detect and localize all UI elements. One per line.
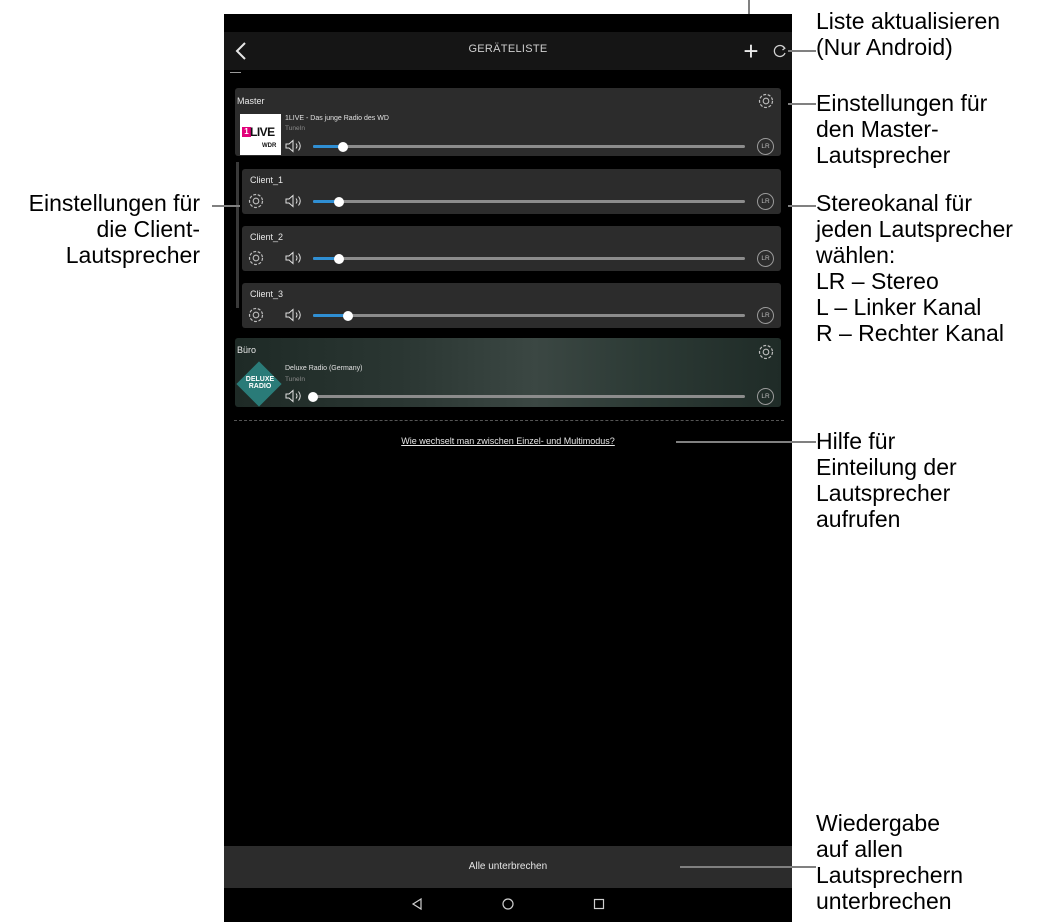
gear-icon[interactable]	[757, 92, 775, 110]
gear-icon[interactable]	[757, 343, 775, 361]
annotation-client-settings: Einstellungen für die Client- Lautsprech…	[28, 190, 200, 268]
divider	[230, 72, 241, 73]
volume-knob[interactable]	[333, 196, 344, 207]
page-title: GERÄTELISTE	[468, 43, 548, 55]
annotation-help: Hilfe für Einteilung der Lautsprecher au…	[816, 428, 957, 532]
annotation-stereo-channel: Stereokanal für jeden Lautsprecher wähle…	[816, 190, 1013, 346]
back-triangle-icon[interactable]	[410, 897, 424, 911]
home-circle-icon[interactable]	[501, 897, 515, 911]
device-name: Client_2	[250, 232, 284, 242]
volume-slider[interactable]	[313, 145, 745, 148]
annotation-line	[788, 50, 816, 52]
annotation-line	[748, 0, 750, 14]
annotation-line	[788, 205, 816, 207]
plus-icon[interactable]: +	[742, 38, 760, 64]
device-name: Client_3	[250, 289, 284, 299]
station-title: Deluxe Radio (Germany)	[285, 365, 363, 372]
volume-knob[interactable]	[338, 141, 349, 152]
recents-square-icon[interactable]	[592, 897, 606, 911]
speaker-icon[interactable]	[285, 139, 305, 153]
speaker-icon[interactable]	[285, 194, 305, 208]
volume-slider[interactable]	[313, 257, 745, 260]
channel-lr-button[interactable]: LR	[757, 388, 774, 405]
system-nav-bar	[224, 888, 792, 922]
client-card-1[interactable]: Client_1 LR	[242, 169, 781, 214]
annotation-stop-all: Wiedergabe auf allen Lautsprechern unter…	[816, 810, 964, 914]
gear-icon[interactable]	[247, 249, 265, 267]
channel-lr-button[interactable]: LR	[757, 138, 774, 155]
client-card-3[interactable]: Client_3 LR	[242, 283, 781, 328]
device-name: Master	[237, 96, 265, 106]
app-bar: GERÄTELISTE +	[224, 32, 792, 70]
annotation-master-settings: Einstellungen für den Master- Lautsprech…	[816, 90, 988, 168]
refresh-icon[interactable]	[772, 43, 788, 59]
speaker-icon[interactable]	[285, 251, 305, 265]
annotation-line	[680, 866, 816, 868]
master-card[interactable]: Master 1 LIVE WDR 1LIVE - Das junge Radi…	[235, 88, 781, 156]
speaker-icon[interactable]	[285, 308, 305, 322]
volume-slider[interactable]	[313, 395, 745, 398]
gear-icon[interactable]	[247, 192, 265, 210]
app-screen: GERÄTELISTE + Master 1 LIVE WDR 1LIVE - …	[224, 14, 792, 922]
volume-slider[interactable]	[313, 314, 745, 317]
annotation-line	[676, 441, 816, 443]
station-logo-text: DELUXE RADIO	[245, 376, 275, 390]
station-title: 1LIVE - Das junge Radio des WD	[285, 115, 389, 122]
channel-lr-button[interactable]: LR	[757, 193, 774, 210]
source-label: TuneIn	[285, 376, 305, 383]
buero-card[interactable]: Büro DELUXE RADIO Deluxe Radio (Germany)…	[235, 338, 781, 407]
volume-knob[interactable]	[308, 391, 318, 402]
gear-icon[interactable]	[247, 306, 265, 324]
volume-knob[interactable]	[342, 310, 353, 321]
source-label: TuneIn	[285, 125, 305, 132]
annotation-refresh: Liste aktualisieren (Nur Android)	[816, 8, 1001, 60]
channel-lr-button[interactable]: LR	[757, 307, 774, 324]
volume-knob[interactable]	[333, 253, 344, 264]
client-group-bar	[236, 162, 239, 308]
annotation-line	[212, 205, 240, 207]
device-name: Client_1	[250, 175, 284, 185]
volume-slider[interactable]	[313, 200, 745, 203]
client-card-2[interactable]: Client_2 LR	[242, 226, 781, 271]
annotation-line	[788, 103, 816, 105]
station-logo: 1 LIVE WDR	[240, 114, 281, 155]
speaker-icon[interactable]	[285, 389, 305, 403]
device-name: Büro	[237, 345, 257, 355]
dashed-divider	[234, 420, 784, 421]
channel-lr-button[interactable]: LR	[757, 250, 774, 267]
